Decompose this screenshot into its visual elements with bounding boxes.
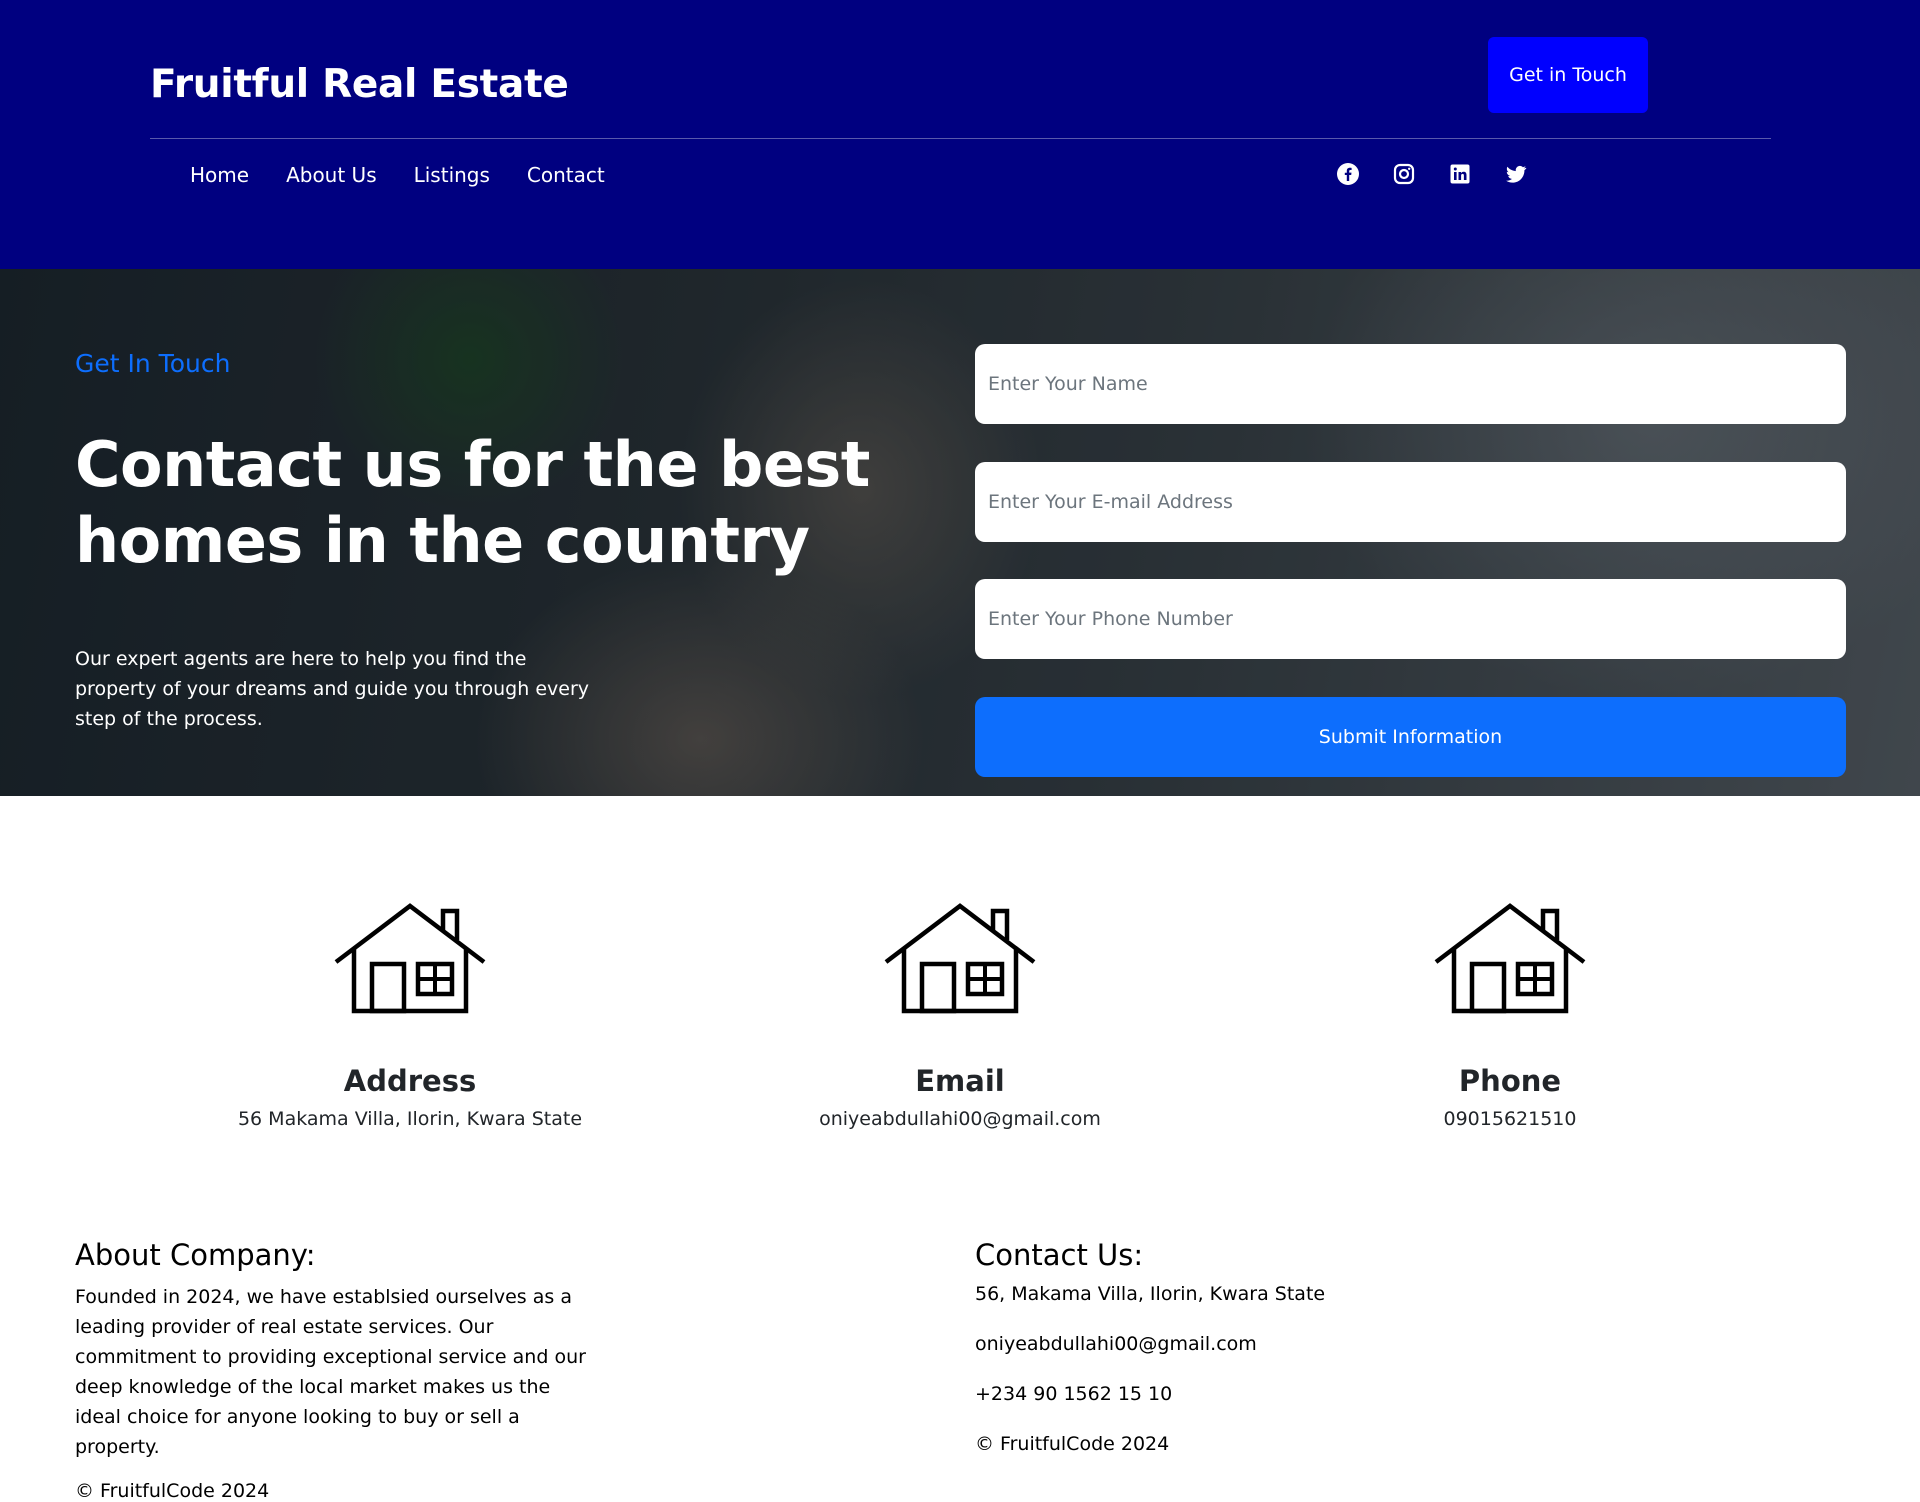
about-text: Founded in 2024, we have establsied ours… bbox=[75, 1286, 586, 1458]
hero-eyebrow: Get In Touch bbox=[75, 349, 231, 378]
house-icon bbox=[884, 903, 1036, 1014]
header-divider bbox=[150, 138, 1771, 139]
contact-heading: Contact Us: bbox=[975, 1238, 1144, 1272]
about-copyright: © FruitfulCode 2024 bbox=[75, 1480, 270, 1502]
linkedin-icon[interactable] bbox=[1448, 162, 1472, 186]
site-header: Fruitful Real Estate Get in Touch Home A… bbox=[0, 0, 1920, 269]
get-in-touch-button[interactable]: Get in Touch bbox=[1488, 37, 1648, 113]
nav-listings[interactable]: Listings bbox=[414, 162, 490, 188]
contact-email[interactable]: oniyeabdullahi00@gmail.com bbox=[975, 1332, 1675, 1356]
contact-copyright: © FruitfulCode 2024 bbox=[975, 1433, 1170, 1455]
hero-section: Get In Touch Contact us for the best hom… bbox=[0, 269, 1920, 796]
nav-home[interactable]: Home bbox=[190, 162, 249, 188]
hero-description: Our expert agents are here to help you f… bbox=[75, 648, 590, 730]
main-nav: Home About Us Listings Contact bbox=[190, 162, 642, 188]
card-title: Email bbox=[915, 1064, 1005, 1098]
twitter-icon[interactable] bbox=[1504, 162, 1528, 186]
address-card: Address 56 Makama Villa, Ilorin, Kwara S… bbox=[150, 900, 670, 1130]
nav-contact[interactable]: Contact bbox=[527, 162, 605, 188]
email-input[interactable] bbox=[975, 462, 1846, 542]
card-title: Phone bbox=[1458, 1064, 1562, 1098]
email-card: Email oniyeabdullahi00@gmail.com bbox=[700, 900, 1220, 1130]
house-icon bbox=[334, 903, 486, 1014]
about-heading: About Company: bbox=[75, 1238, 316, 1272]
card-value: 56 Makama Villa, Ilorin, Kwara State bbox=[237, 1108, 583, 1130]
submit-information-button[interactable]: Submit Information bbox=[975, 697, 1846, 777]
card-value: oniyeabdullahi00@gmail.com bbox=[819, 1108, 1101, 1130]
footer-contact: Contact Us: 56, Makama Villa, Ilorin, Kw… bbox=[975, 1238, 1675, 1482]
brand-logo[interactable]: Fruitful Real Estate bbox=[150, 62, 569, 107]
phone-card: Phone 09015621510 bbox=[1250, 900, 1770, 1130]
hero-title: Contact us for the best homes in the cou… bbox=[75, 428, 870, 577]
house-icon bbox=[1434, 903, 1586, 1014]
facebook-icon[interactable] bbox=[1336, 162, 1360, 186]
name-input[interactable] bbox=[975, 344, 1846, 424]
social-links bbox=[1336, 162, 1528, 186]
phone-input[interactable] bbox=[975, 579, 1846, 659]
card-value: 09015621510 bbox=[1443, 1108, 1577, 1130]
contact-address: 56, Makama Villa, Ilorin, Kwara State bbox=[975, 1283, 1326, 1305]
instagram-icon[interactable] bbox=[1392, 162, 1416, 186]
card-title: Address bbox=[343, 1064, 477, 1098]
footer-about: About Company: Founded in 2024, we have … bbox=[75, 1238, 595, 1502]
nav-about-us[interactable]: About Us bbox=[286, 162, 377, 188]
contact-phone[interactable]: +234 90 1562 15 10 bbox=[975, 1382, 1675, 1406]
